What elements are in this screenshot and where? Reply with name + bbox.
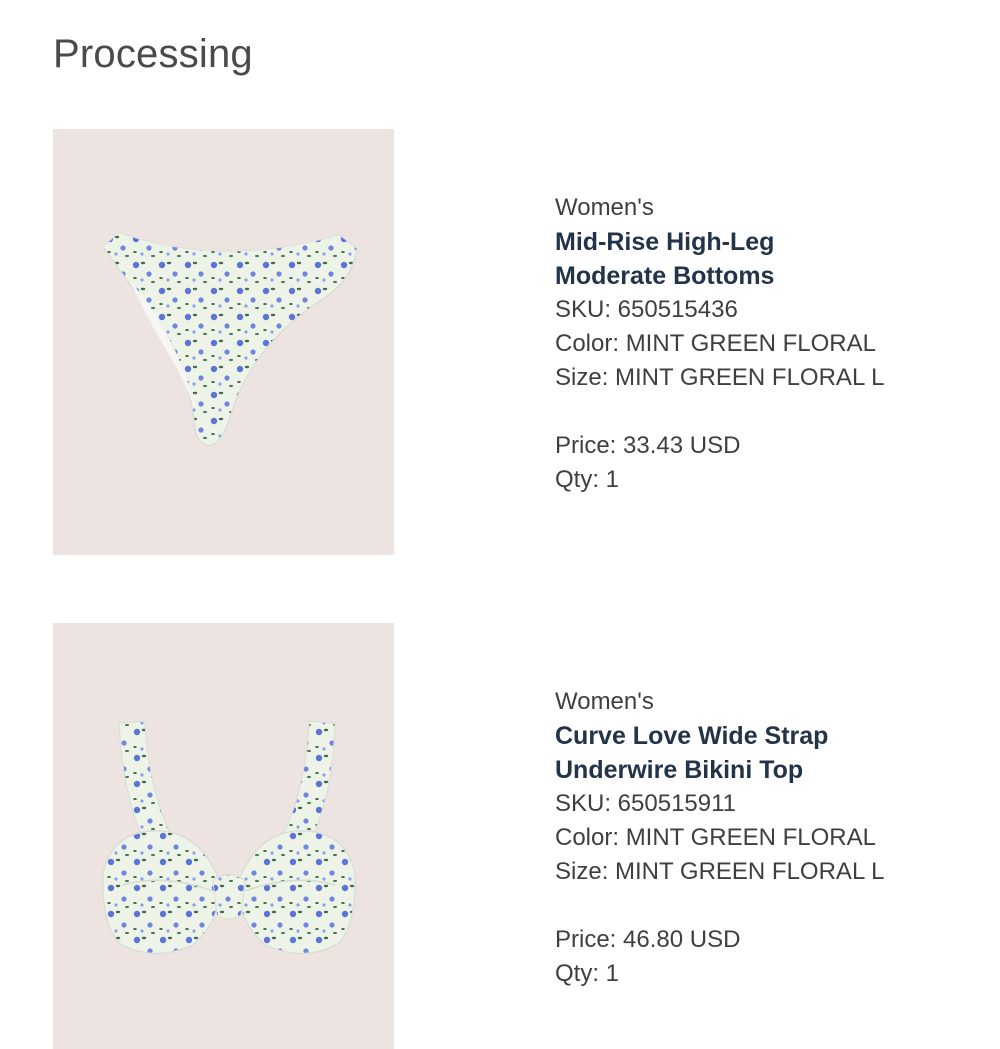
product-sku: SKU: 650515911: [555, 790, 737, 817]
product-name-line[interactable]: Underwire Bikini Top: [555, 753, 995, 787]
product-image-bottoms[interactable]: [53, 129, 394, 555]
floral-bikini-top-image: [102, 720, 356, 955]
product-size: Size: MINT GREEN FLORAL L: [555, 858, 885, 885]
floral-bikini-bottom-image: [101, 232, 358, 446]
page-title: Processing: [53, 32, 253, 76]
product-qty: Qty: 1: [555, 960, 620, 987]
product-price: Price: 46.80 USD: [555, 926, 741, 953]
product-color: Color: MINT GREEN FLORAL: [555, 330, 876, 357]
product-price: Price: 33.43 USD: [555, 432, 741, 459]
product-name-line[interactable]: Mid-Rise High-Leg: [555, 225, 995, 259]
product-gender: Women's: [555, 688, 654, 715]
product-image-top[interactable]: [53, 623, 394, 1049]
product-sku: SKU: 650515436: [555, 296, 738, 323]
product-details: Women's Mid-Rise High-Leg Moderate Botto…: [555, 191, 995, 497]
product-name-line[interactable]: Curve Love Wide Strap: [555, 719, 995, 753]
product-gender: Women's: [555, 194, 654, 221]
product-name-line[interactable]: Moderate Bottoms: [555, 259, 995, 293]
product-color: Color: MINT GREEN FLORAL: [555, 824, 876, 851]
product-qty: Qty: 1: [555, 466, 620, 493]
product-details: Women's Curve Love Wide Strap Underwire …: [555, 685, 995, 991]
product-size: Size: MINT GREEN FLORAL L: [555, 364, 885, 391]
